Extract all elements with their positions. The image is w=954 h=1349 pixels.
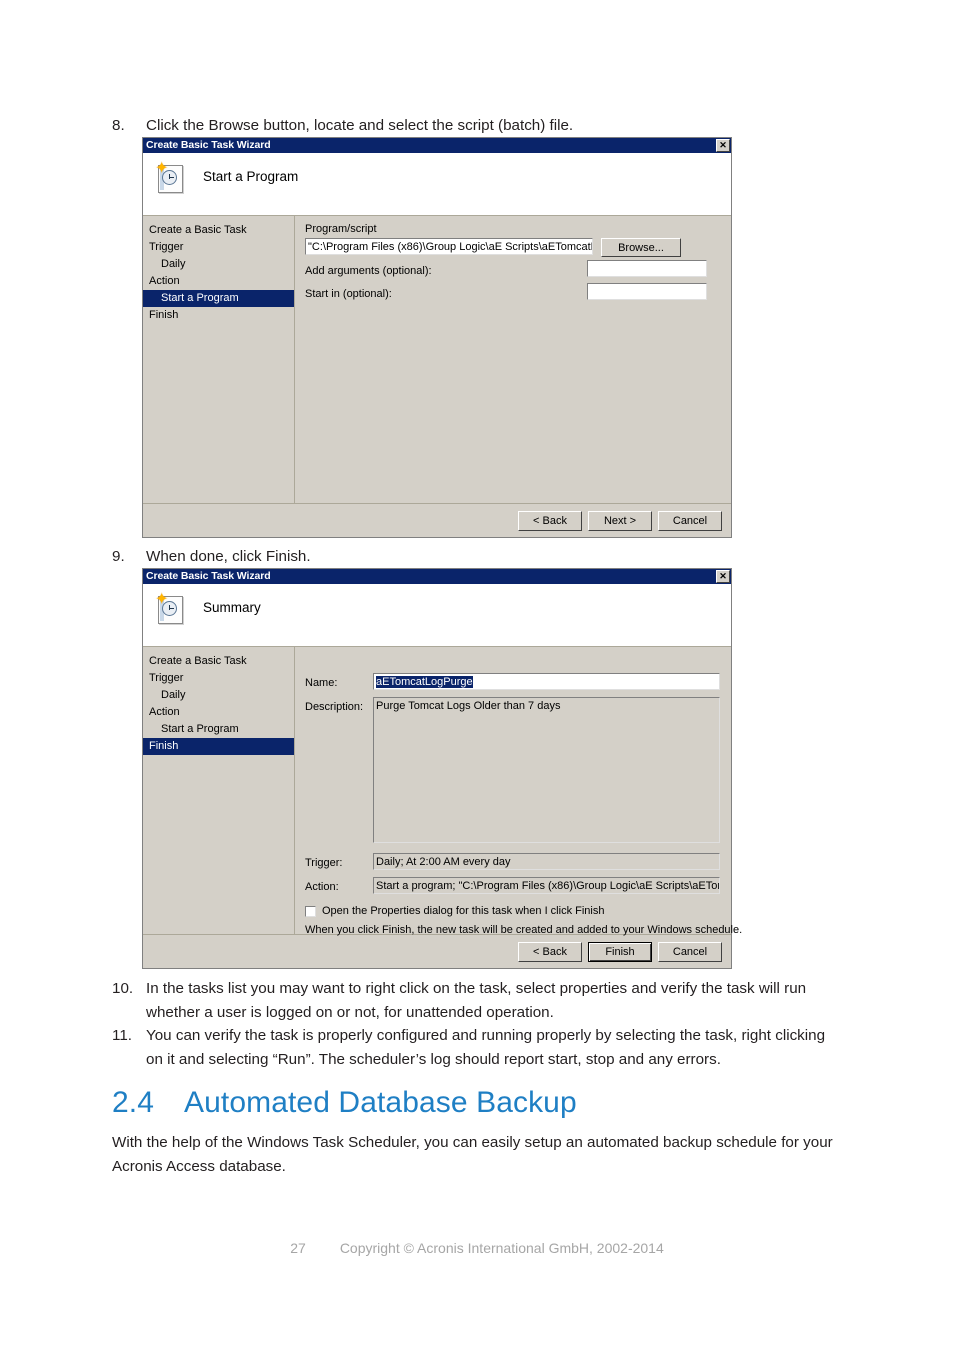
- dialog-header: ✦ Summary: [143, 584, 731, 647]
- nav-item-finish[interactable]: Finish: [143, 738, 294, 755]
- list-item-text: When done, click Finish.: [146, 548, 311, 565]
- section-title: Automated Database Backup: [184, 1086, 577, 1119]
- list-item-number: 11.: [112, 1027, 132, 1044]
- task-scheduler-icon: ✦: [155, 592, 185, 624]
- description-label: Description:: [305, 701, 364, 713]
- list-item-number: 8.: [112, 117, 125, 134]
- nav-item-start-a-program[interactable]: Start a Program: [143, 290, 294, 307]
- browse-button[interactable]: Browse...: [601, 238, 681, 257]
- finish-button[interactable]: Finish: [588, 941, 652, 962]
- task-scheduler-icon: ✦: [155, 161, 185, 193]
- dialog-titlebar[interactable]: Create Basic Task Wizard ✕: [143, 138, 731, 153]
- list-item: 10. In the tasks list you may want to ri…: [112, 977, 838, 1024]
- name-input[interactable]: aETomcatLogPurge: [373, 673, 720, 690]
- dialog-content: Program/script "C:\Program Files (x86)\G…: [295, 216, 731, 503]
- create-basic-task-wizard-dialog-2[interactable]: Create Basic Task Wizard ✕ ✦ Summary Cre…: [142, 568, 742, 969]
- dialog-body: Create a Basic Task Trigger Daily Action…: [143, 216, 731, 503]
- cancel-button[interactable]: Cancel: [658, 510, 722, 531]
- copyright-text: Copyright © Acronis International GmbH, …: [339, 1240, 664, 1256]
- page-footer: 27 Copyright © Acronis International GmbH…: [0, 1240, 954, 1256]
- nav-item-create-a-basic-task[interactable]: Create a Basic Task: [143, 222, 294, 239]
- dialog-footer: < Back Next > Cancel: [143, 503, 731, 537]
- add-arguments-input[interactable]: [587, 260, 707, 277]
- trigger-value[interactable]: Daily; At 2:00 AM every day: [373, 853, 720, 870]
- close-icon[interactable]: ✕: [716, 570, 730, 583]
- dialog-title: Create Basic Task Wizard: [146, 570, 271, 582]
- cancel-button[interactable]: Cancel: [658, 941, 722, 962]
- nav-item-action[interactable]: Action: [143, 273, 294, 290]
- dialog-header-title: Summary: [203, 600, 261, 615]
- back-button[interactable]: < Back: [518, 941, 582, 962]
- list-item-text: You can verify the task is properly conf…: [146, 1027, 826, 1068]
- close-icon[interactable]: ✕: [716, 139, 730, 152]
- wizard-step-nav[interactable]: Create a Basic Task Trigger Daily Action…: [143, 647, 295, 934]
- dialog-header: ✦ Start a Program: [143, 153, 731, 216]
- nav-item-daily[interactable]: Daily: [143, 256, 294, 273]
- nav-item-finish[interactable]: Finish: [143, 307, 294, 324]
- nav-item-trigger[interactable]: Trigger: [143, 670, 294, 687]
- nav-item-start-a-program[interactable]: Start a Program: [143, 721, 294, 738]
- list-item: 9. When done, click Finish.: [112, 545, 838, 569]
- create-basic-task-wizard-dialog-1[interactable]: Create Basic Task Wizard ✕ ✦ Start a Pro…: [142, 137, 732, 538]
- trigger-label: Trigger:: [305, 857, 343, 869]
- dialog-footer: < Back Finish Cancel: [143, 934, 731, 968]
- dialog-header-title: Start a Program: [203, 169, 299, 184]
- dialog-title: Create Basic Task Wizard: [146, 139, 271, 151]
- list-item-number: 9.: [112, 548, 125, 565]
- start-in-label: Start in (optional):: [305, 288, 392, 300]
- page-number: 27: [290, 1240, 306, 1256]
- add-arguments-label: Add arguments (optional):: [305, 265, 432, 277]
- program-script-label: Program/script: [305, 223, 377, 235]
- body-paragraph: With the help of the Windows Task Schedu…: [112, 1134, 833, 1175]
- section-number: 2.4: [112, 1086, 155, 1119]
- next-button[interactable]: Next >: [588, 510, 652, 531]
- program-script-input[interactable]: "C:\Program Files (x86)\Group Logic\aE S…: [305, 238, 593, 255]
- list-item-text: In the tasks list you may want to right …: [146, 980, 807, 1021]
- nav-item-trigger[interactable]: Trigger: [143, 239, 294, 256]
- dialog-body: Create a Basic Task Trigger Daily Action…: [143, 647, 742, 936]
- name-label: Name:: [305, 677, 338, 689]
- name-input-value: aETomcatLogPurge: [376, 676, 473, 688]
- nav-item-create-a-basic-task[interactable]: Create a Basic Task: [143, 653, 294, 670]
- list-item: 11. You can verify the task is properly …: [112, 1024, 838, 1071]
- start-in-input[interactable]: [587, 283, 707, 300]
- dialog-content: Name: aETomcatLogPurge Description: Purg…: [295, 647, 742, 936]
- document-page: 8. Click the Browse button, locate and s…: [0, 0, 954, 1349]
- open-properties-checkbox-row[interactable]: Open the Properties dialog for this task…: [305, 905, 604, 917]
- page-title: 2.4 Automated Database Backup: [112, 1086, 577, 1120]
- back-button[interactable]: < Back: [518, 510, 582, 531]
- list-item: 8. Click the Browse button, locate and s…: [112, 114, 838, 138]
- finish-note: When you click Finish, the new task will…: [305, 924, 743, 936]
- list-item-number: 10.: [112, 980, 134, 997]
- nav-item-action[interactable]: Action: [143, 704, 294, 721]
- open-properties-label: Open the Properties dialog for this task…: [322, 905, 605, 917]
- description-textarea[interactable]: Purge Tomcat Logs Older than 7 days: [373, 697, 720, 843]
- dialog-titlebar[interactable]: Create Basic Task Wizard ✕: [143, 569, 731, 584]
- action-label: Action:: [305, 881, 339, 893]
- list-item-text: Click the Browse button, locate and sele…: [146, 117, 574, 134]
- nav-item-daily[interactable]: Daily: [143, 687, 294, 704]
- open-properties-checkbox[interactable]: [305, 905, 316, 917]
- action-value[interactable]: Start a program; "C:\Program Files (x86)…: [373, 877, 720, 894]
- wizard-step-nav[interactable]: Create a Basic Task Trigger Daily Action…: [143, 216, 295, 503]
